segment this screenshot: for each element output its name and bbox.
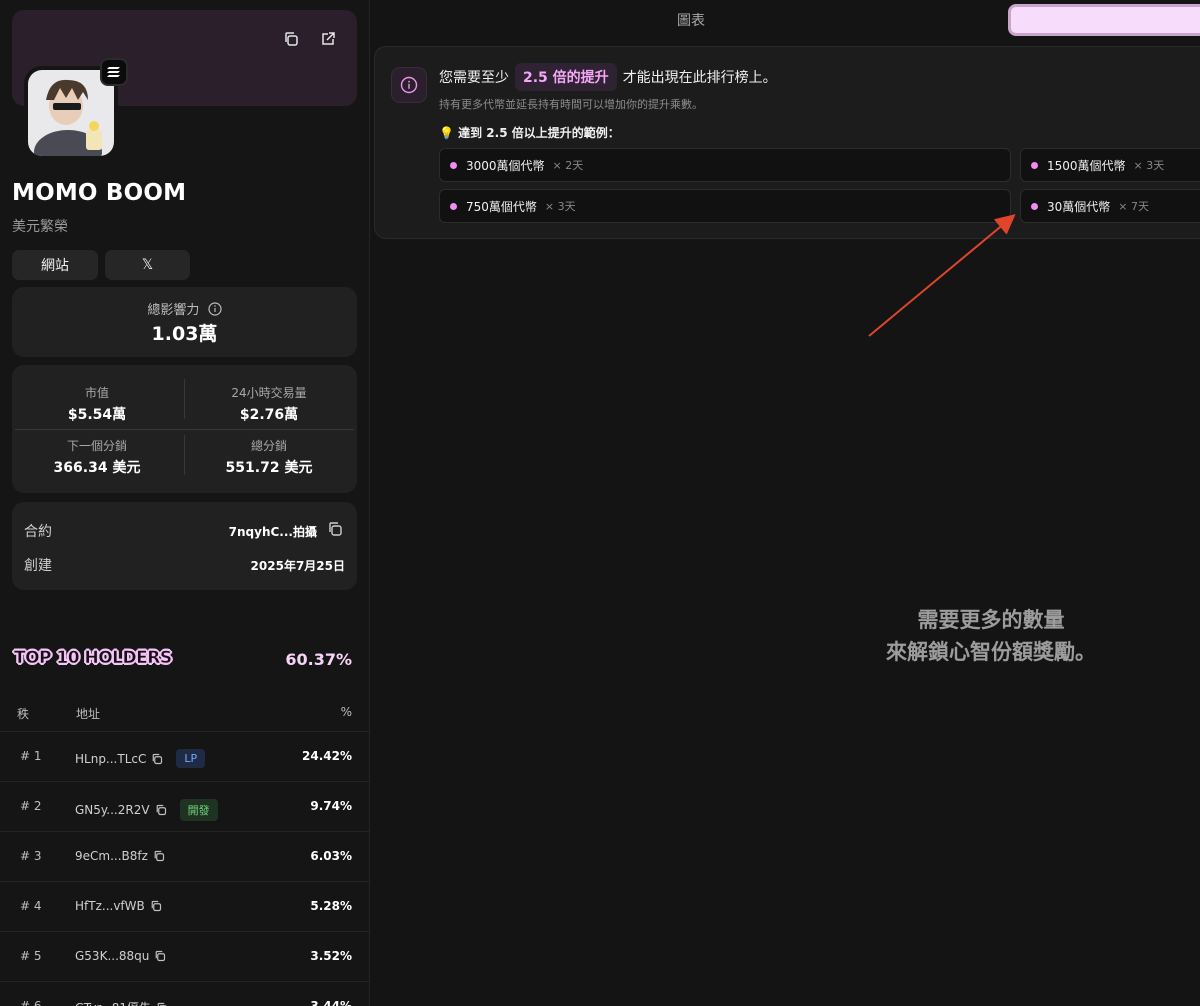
empty-state-line-2: 來解鎖心智份額獎勵。 (886, 640, 1096, 664)
table-row[interactable]: # 3 9eCm...B8fz 6.03% (0, 831, 369, 881)
next-distribution-label: 下一個分銷 (66, 439, 127, 453)
token-sidebar: MOMO BOOM 美元繁榮 網站 𝕏 總影響力 1.03萬 市值 $5.54萬… (0, 0, 370, 1006)
holder-percent: 3.44% (310, 999, 352, 1006)
headline-suffix: 才能出現在此排行榜上。 (622, 70, 777, 86)
holder-address[interactable]: G53K...88qu (75, 949, 149, 963)
column-percent: % (340, 705, 352, 719)
volume-stat: 24小時交易量 $2.76萬 (184, 384, 354, 424)
holder-percent: 5.28% (310, 899, 352, 913)
market-cap-value: $5.54萬 (67, 407, 127, 423)
example-multiplier: × 3天 (544, 200, 576, 213)
volume-value: $2.76萬 (239, 407, 299, 423)
example-item: 1500萬個代幣 × 3天 (1020, 148, 1200, 182)
example-multiplier: × 3天 (1133, 159, 1165, 172)
boost-requirement-badge: 2.5 倍的提升 (515, 63, 617, 91)
tab-leaderboard[interactable] (1008, 4, 1200, 36)
holder-address[interactable]: GN5y...2R2V (75, 803, 150, 817)
copy-icon[interactable] (153, 850, 165, 862)
holder-tag: 開發 (179, 799, 218, 821)
holder-rank: # 5 (20, 949, 42, 963)
created-label: 創建 (24, 558, 52, 574)
example-amount: 750萬個代幣 (466, 199, 537, 214)
example-amount: 30萬個代幣 (1047, 199, 1111, 214)
influence-card: 總影響力 1.03萬 (12, 287, 357, 357)
holder-address[interactable]: 9eCm...B8fz (75, 849, 148, 863)
copy-icon[interactable] (327, 521, 343, 541)
headline-prefix: 您需要至少 (439, 70, 509, 86)
table-row[interactable]: # 5 G53K...88qu 3.52% (0, 931, 369, 981)
example-item: 30萬個代幣 × 7天 (1020, 189, 1200, 223)
bullet-dot-icon (1031, 202, 1038, 210)
table-row[interactable]: # 4 HfTz...vfWB 5.28% (0, 881, 369, 931)
bullet-dot-icon (1031, 161, 1038, 169)
influence-value: 1.03萬 (151, 323, 218, 345)
info-icon (391, 67, 427, 103)
example-item: 3000萬個代幣 × 2天 (439, 148, 1011, 182)
example-amount: 3000萬個代幣 (466, 158, 545, 173)
info-icon[interactable] (207, 302, 222, 320)
holder-tag: LP (176, 749, 206, 768)
holder-rank: # 6 (20, 999, 42, 1006)
x-twitter-button[interactable]: 𝕏 (105, 250, 190, 280)
column-rank: 秩 (17, 707, 30, 721)
copy-icon[interactable] (150, 900, 162, 912)
table-row[interactable]: # 6 GTyr...81優先 3.44% (0, 981, 369, 1006)
solana-chain-icon (100, 58, 128, 86)
copy-icon[interactable] (280, 28, 302, 50)
boost-headline: 您需要至少 2.5 倍的提升 才能出現在此排行榜上。 (439, 63, 777, 91)
holder-percent: 24.42% (302, 749, 352, 763)
holder-rank: # 4 (20, 899, 42, 913)
contract-address[interactable]: 7nqyhC...拍攝 (229, 523, 317, 540)
copy-icon[interactable] (151, 753, 163, 765)
website-button[interactable]: 網站 (12, 250, 98, 280)
examples-title: 💡 達到 2.5 倍以上提升的範例： (439, 126, 620, 140)
volume-label: 24小時交易量 (231, 386, 307, 400)
boost-notice-panel: 您需要至少 2.5 倍的提升 才能出現在此排行榜上。 持有更多代幣並延長持有時間… (374, 46, 1200, 239)
total-distribution-stat: 總分銷 551.72 美元 (184, 437, 354, 477)
total-distribution-value: 551.72 美元 (225, 460, 313, 476)
token-name: MOMO BOOM (12, 180, 187, 206)
bullet-dot-icon (450, 161, 457, 169)
holder-rank: # 2 (20, 799, 42, 813)
holder-percent: 9.74% (310, 799, 352, 813)
stats-card: 市值 $5.54萬 24小時交易量 $2.76萬 下一個分銷 366.34 美元… (12, 365, 357, 493)
influence-label: 總影響力 (147, 303, 200, 318)
empty-state-line-1: 需要更多的數量 (917, 608, 1065, 632)
column-address: 地址 (76, 707, 101, 721)
holder-address[interactable]: GTyr...81優先 (75, 999, 151, 1006)
copy-icon[interactable] (156, 1002, 168, 1006)
created-date: 2025年7月25日 (250, 559, 345, 573)
contract-label: 合約 (24, 524, 52, 540)
external-link-icon[interactable] (317, 28, 339, 50)
holder-percent: 3.52% (310, 949, 352, 963)
holder-percent: 6.03% (310, 849, 352, 863)
top-holders-total-pct: 60.37% (285, 650, 352, 669)
stats-divider (15, 429, 354, 430)
example-amount: 1500萬個代幣 (1047, 158, 1126, 173)
holder-rank: # 3 (20, 849, 42, 863)
main-panel: 圖表 您需要至少 2.5 倍的提升 才能出現在此排行榜上。 持有更多代幣並延長持… (371, 0, 1200, 1006)
top-holders-title: TOP 10 HOLDERS (14, 648, 173, 669)
copy-icon[interactable] (155, 804, 167, 816)
total-distribution-label: 總分銷 (250, 439, 287, 453)
market-cap-stat: 市值 $5.54萬 (12, 384, 182, 424)
table-row[interactable]: # 2 GN5y...2R2V 開發 9.74% (0, 781, 369, 831)
holder-address[interactable]: HLnp...TLcC (75, 752, 146, 766)
holder-rank: # 1 (20, 749, 42, 763)
boost-description: 持有更多代幣並延長持有時間可以增加你的提升乘數。 (439, 98, 703, 111)
example-multiplier: × 2天 (552, 159, 584, 172)
market-cap-label: 市值 (84, 386, 109, 400)
tab-chart[interactable]: 圖表 (371, 0, 1011, 40)
next-distribution-stat: 下一個分銷 366.34 美元 (12, 437, 182, 477)
table-row[interactable]: # 1 HLnp...TLcC LP 24.42% (0, 731, 369, 781)
example-multiplier: × 7天 (1118, 200, 1149, 213)
holder-address[interactable]: HfTz...vfWB (75, 899, 145, 913)
next-distribution-value: 366.34 美元 (53, 460, 141, 476)
token-subtitle: 美元繁榮 (12, 219, 68, 235)
empty-state-message: 需要更多的數量 來解鎖心智份額獎勵。 (761, 604, 1200, 668)
contract-card: 合約 7nqyhC...拍攝 創建 2025年7月25日 (12, 502, 357, 590)
example-item: 750萬個代幣 × 3天 (439, 189, 1011, 223)
bullet-dot-icon (450, 202, 457, 210)
copy-icon[interactable] (154, 950, 166, 962)
